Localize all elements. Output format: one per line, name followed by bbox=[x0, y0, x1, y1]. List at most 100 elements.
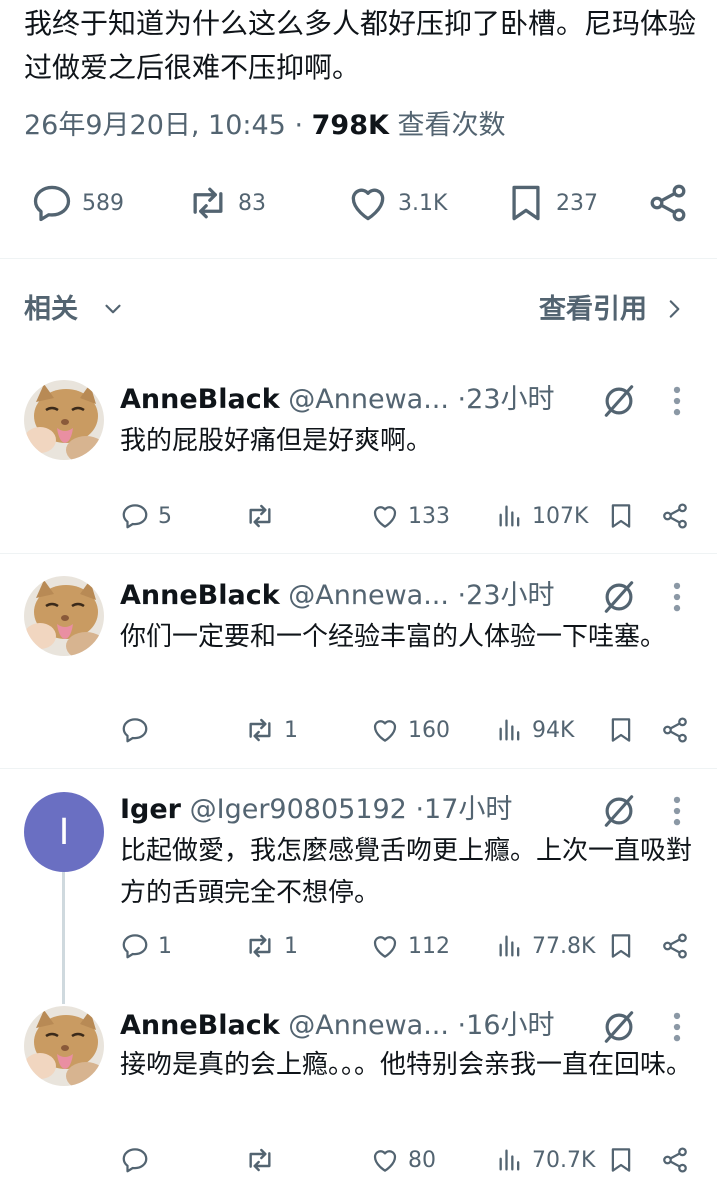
bookmark-button[interactable] bbox=[606, 926, 636, 966]
related-bar: 相关 查看引用 bbox=[0, 284, 717, 336]
repost-count: 1 bbox=[284, 933, 298, 959]
views-count: 107K bbox=[532, 503, 589, 529]
share-icon bbox=[660, 715, 690, 745]
reply-time[interactable]: 23小时 bbox=[466, 580, 554, 611]
like-button[interactable]: 3.1K bbox=[346, 176, 447, 230]
bookmark-icon bbox=[606, 931, 636, 961]
bookmark-button[interactable] bbox=[606, 496, 636, 536]
reply-button[interactable] bbox=[120, 710, 158, 750]
avatar[interactable] bbox=[24, 1006, 104, 1086]
like-icon bbox=[370, 931, 400, 961]
reply-item[interactable]: AnneBlack @Annewa... ·16小时 接吻是真的会上瘾。。。他特… bbox=[0, 986, 717, 1200]
repost-button[interactable] bbox=[244, 1140, 284, 1180]
related-sort-label[interactable]: 相关 bbox=[24, 290, 78, 330]
avatar[interactable]: I bbox=[24, 792, 104, 872]
grok-icon[interactable] bbox=[600, 792, 638, 830]
bookmark-button[interactable]: 237 bbox=[504, 176, 598, 230]
like-button[interactable]: 160 bbox=[370, 710, 450, 750]
views-button[interactable]: 77.8K bbox=[496, 926, 595, 966]
reply-time[interactable]: 16小时 bbox=[466, 1010, 554, 1041]
reply-actions: 1 1 112 77.8K bbox=[0, 926, 717, 966]
reply-button[interactable]: 589 bbox=[30, 176, 124, 230]
repost-icon bbox=[244, 714, 276, 746]
like-count: 3.1K bbox=[398, 190, 448, 216]
more-icon[interactable] bbox=[668, 578, 686, 616]
share-button[interactable] bbox=[646, 176, 690, 230]
more-icon[interactable] bbox=[668, 792, 686, 830]
reply-button[interactable] bbox=[120, 1140, 158, 1180]
display-name[interactable]: AnneBlack bbox=[120, 580, 280, 611]
views-label: 查看次数 bbox=[388, 110, 506, 141]
share-button[interactable] bbox=[660, 926, 690, 966]
more-icon[interactable] bbox=[668, 1008, 686, 1046]
chevron-right-icon[interactable] bbox=[661, 296, 687, 322]
reply-item[interactable]: AnneBlack @Annewa... ·23小时 你们一定要和一个经验丰富的… bbox=[0, 556, 717, 766]
like-count: 160 bbox=[408, 717, 450, 743]
like-count: 133 bbox=[408, 503, 450, 529]
like-button[interactable]: 112 bbox=[370, 926, 450, 966]
share-button[interactable] bbox=[660, 496, 690, 536]
grok-icon[interactable] bbox=[600, 1008, 638, 1046]
reply-time[interactable]: 17小时 bbox=[424, 794, 512, 825]
chevron-down-icon[interactable] bbox=[100, 296, 126, 322]
divider bbox=[0, 258, 717, 259]
views-button[interactable]: 94K bbox=[496, 710, 574, 750]
like-button[interactable]: 133 bbox=[370, 496, 450, 536]
avatar[interactable] bbox=[24, 380, 104, 460]
post-text: 我终于知道为什么这么多人都好压抑了卧槽。尼玛体验过做爱之后很难不压抑啊。 bbox=[24, 7, 697, 84]
view-quotes-link[interactable]: 查看引用 bbox=[539, 290, 647, 330]
views-count: 77.8K bbox=[532, 933, 596, 959]
post-action-bar: 589 83 3.1K 237 bbox=[0, 176, 717, 230]
reply-item[interactable]: AnneBlack @Annewa... ·23小时 我的屁股好痛但是好爽啊。 … bbox=[0, 362, 717, 552]
like-count: 80 bbox=[408, 1147, 436, 1173]
grok-icon[interactable] bbox=[600, 578, 638, 616]
bookmark-icon bbox=[606, 501, 636, 531]
post-timestamp[interactable]: 26年9月20日, 10:45 · bbox=[24, 110, 312, 141]
share-icon bbox=[660, 1145, 690, 1175]
user-handle[interactable]: @Annewa... bbox=[288, 384, 449, 415]
repost-button[interactable]: 1 bbox=[244, 710, 298, 750]
display-name[interactable]: Iger bbox=[120, 794, 181, 825]
reply-button[interactable]: 1 bbox=[120, 926, 172, 966]
user-handle[interactable]: @Annewa... bbox=[288, 580, 449, 611]
like-icon bbox=[370, 715, 400, 745]
views-icon bbox=[496, 1146, 524, 1174]
reply-time[interactable]: 23小时 bbox=[466, 384, 554, 415]
reply-count: 5 bbox=[158, 503, 172, 529]
user-handle[interactable]: @Iger90805192 bbox=[190, 794, 407, 825]
like-icon bbox=[346, 181, 390, 225]
repost-icon bbox=[244, 1144, 276, 1176]
views-icon bbox=[496, 716, 524, 744]
views-count: 798K bbox=[311, 110, 389, 141]
like-count: 112 bbox=[408, 933, 450, 959]
repost-button[interactable] bbox=[244, 496, 284, 536]
reply-button[interactable]: 5 bbox=[120, 496, 172, 536]
reply-icon bbox=[120, 1145, 150, 1175]
reply-item[interactable]: I Iger @Iger90805192 ·17小时 比起做愛，我怎麼感覺舌吻更… bbox=[0, 770, 717, 1000]
divider bbox=[0, 768, 717, 769]
repost-button[interactable]: 1 bbox=[244, 926, 298, 966]
display-name[interactable]: AnneBlack bbox=[120, 384, 280, 415]
like-button[interactable]: 80 bbox=[370, 1140, 436, 1180]
like-icon bbox=[370, 1145, 400, 1175]
reply-text: 接吻是真的会上瘾。。。他特别会亲我一直在回味。 bbox=[120, 1050, 693, 1080]
repost-icon bbox=[186, 181, 230, 225]
like-icon bbox=[370, 501, 400, 531]
bookmark-count: 237 bbox=[556, 190, 598, 216]
user-handle[interactable]: @Annewa... bbox=[288, 1010, 449, 1041]
views-icon bbox=[496, 502, 524, 530]
share-button[interactable] bbox=[660, 710, 690, 750]
more-icon[interactable] bbox=[668, 382, 686, 420]
display-name[interactable]: AnneBlack bbox=[120, 1010, 280, 1041]
views-button[interactable]: 107K bbox=[496, 496, 588, 536]
bookmark-icon bbox=[606, 1145, 636, 1175]
bookmark-button[interactable] bbox=[606, 710, 636, 750]
avatar[interactable] bbox=[24, 576, 104, 656]
views-button[interactable]: 70.7K bbox=[496, 1140, 595, 1180]
bookmark-icon bbox=[606, 715, 636, 745]
reply-actions: 5 133 107K bbox=[0, 496, 717, 536]
share-button[interactable] bbox=[660, 1140, 690, 1180]
bookmark-button[interactable] bbox=[606, 1140, 636, 1180]
grok-icon[interactable] bbox=[600, 382, 638, 420]
repost-button[interactable]: 83 bbox=[186, 176, 266, 230]
